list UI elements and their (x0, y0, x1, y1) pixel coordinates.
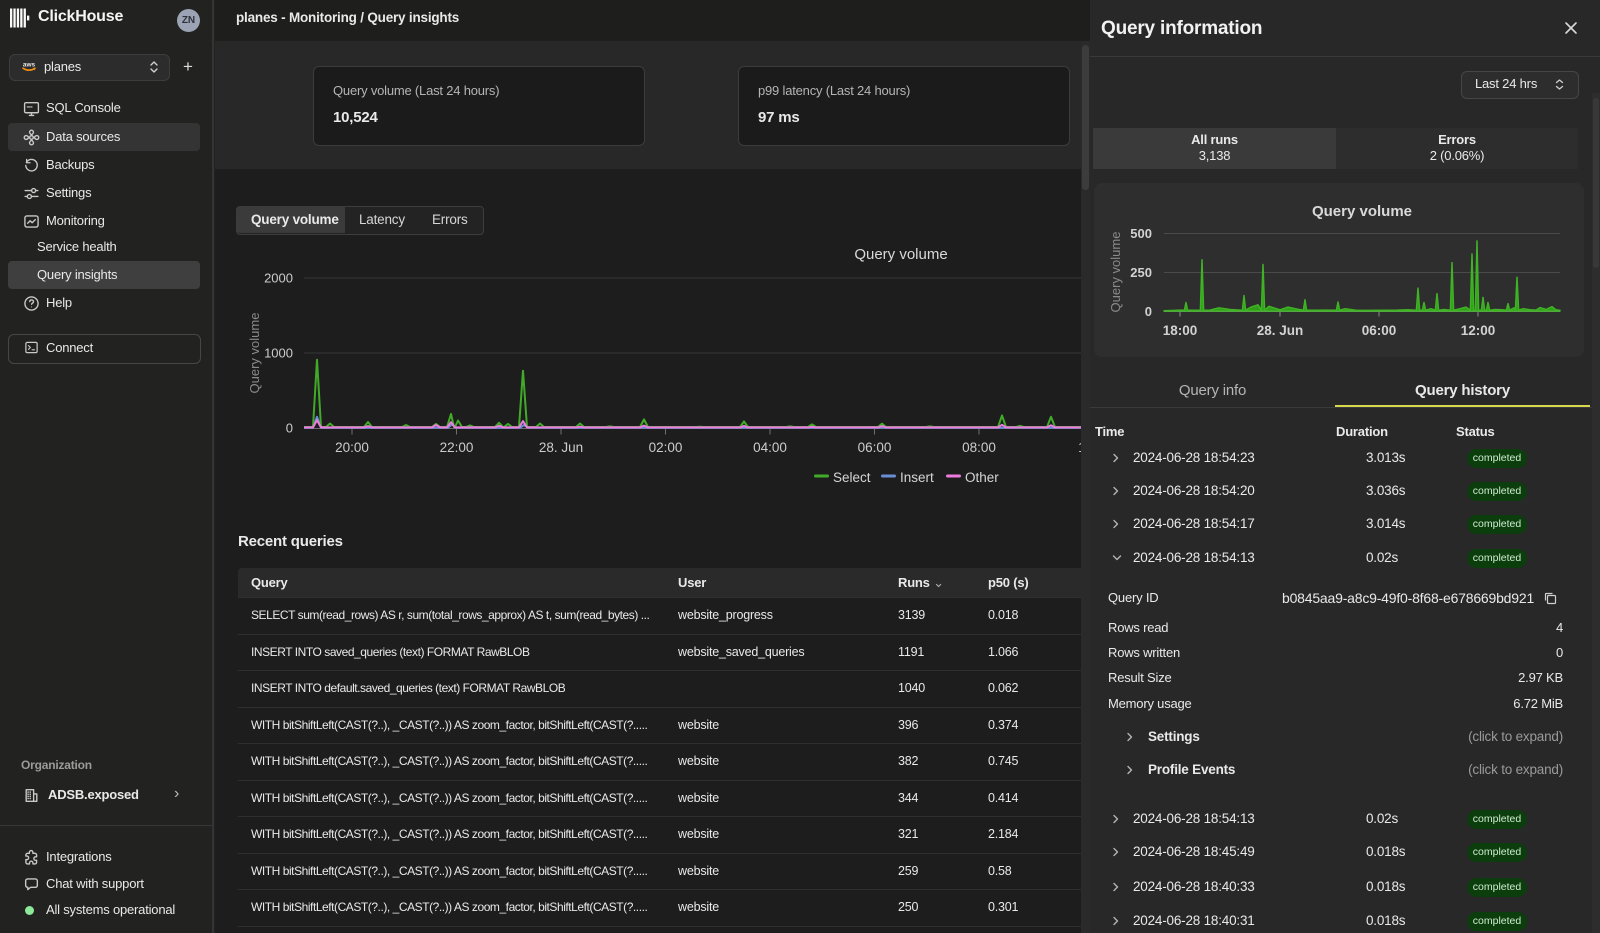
svg-text:500: 500 (1130, 226, 1152, 241)
svg-text:Query volume: Query volume (247, 313, 262, 394)
svg-text:04:00: 04:00 (753, 440, 787, 455)
svg-text:Select: Select (833, 470, 871, 485)
svg-text:250: 250 (1130, 265, 1152, 280)
svg-text:aws: aws (23, 62, 36, 69)
svg-text:0: 0 (286, 421, 293, 436)
svg-text:20:00: 20:00 (335, 440, 369, 455)
svg-text:0: 0 (1145, 304, 1152, 319)
svg-text:Insert: Insert (900, 470, 934, 485)
svg-text:18:00: 18:00 (1163, 323, 1198, 338)
svg-text:2000: 2000 (264, 271, 293, 286)
svg-text:Query volume: Query volume (1108, 232, 1123, 313)
svg-text:06:00: 06:00 (858, 440, 892, 455)
svg-text:12:00: 12:00 (1461, 323, 1496, 338)
svg-text:08:00: 08:00 (962, 440, 996, 455)
svg-text:Query volume: Query volume (1312, 203, 1412, 220)
svg-text:28. Jun: 28. Jun (539, 440, 583, 455)
svg-text:28. Jun: 28. Jun (1257, 323, 1304, 338)
svg-text:1000: 1000 (264, 346, 293, 361)
svg-text:Query volume: Query volume (854, 246, 947, 263)
svg-text:22:00: 22:00 (440, 440, 474, 455)
svg-text:Other: Other (965, 470, 999, 485)
svg-text:06:00: 06:00 (1362, 323, 1397, 338)
svg-text:02:00: 02:00 (649, 440, 683, 455)
